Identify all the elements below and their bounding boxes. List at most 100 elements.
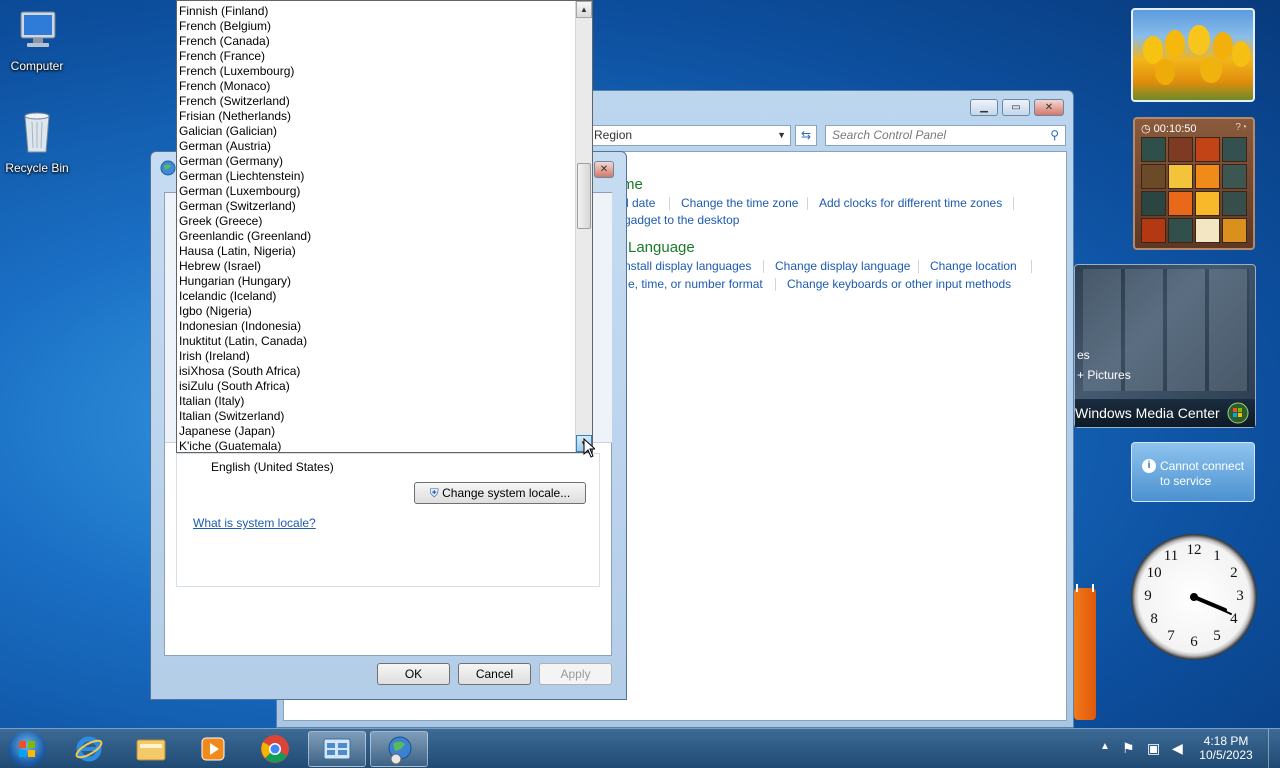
datetime-link-2[interactable]: Add clocks for different time zones: [819, 196, 1002, 210]
clock-gadget[interactable]: 12 1 2 3 4 5 6 7 8 9 10 11: [1131, 534, 1257, 660]
dropdown-scrollbar[interactable]: ▲ ▼: [575, 1, 592, 452]
puzzle-tile[interactable]: [1195, 191, 1220, 216]
locale-list-item[interactable]: German (Switzerland): [179, 199, 296, 214]
puzzle-tile[interactable]: [1195, 137, 1220, 162]
media-center-gadget[interactable]: es + Pictures Windows Media Center: [1074, 264, 1256, 428]
change-system-locale-button[interactable]: ⛨ Change system locale...: [414, 482, 586, 504]
locale-list-item[interactable]: isiXhosa (South Africa): [179, 364, 300, 379]
calendar-gadget-edge[interactable]: [1074, 584, 1096, 720]
scroll-up-button[interactable]: ▲: [576, 1, 592, 18]
puzzle-tile[interactable]: [1168, 191, 1193, 216]
refresh-button[interactable]: ⇆: [795, 125, 817, 146]
link-separator: [807, 197, 808, 210]
taskbar-internet-explorer[interactable]: [60, 731, 118, 767]
locale-list-item[interactable]: Hebrew (Israel): [179, 259, 261, 274]
datetime-link-gadget[interactable]: gadget to the desktop: [624, 213, 739, 227]
maximize-button[interactable]: ▭: [1002, 99, 1030, 116]
puzzle-tile[interactable]: [1222, 137, 1247, 162]
slideshow-gadget[interactable]: [1131, 8, 1255, 102]
volume-muted-icon[interactable]: ◀: [1172, 740, 1183, 757]
locale-list-item[interactable]: German (Germany): [179, 154, 283, 169]
network-icon[interactable]: ▣: [1147, 740, 1160, 757]
locale-list-item[interactable]: Finnish (Finland): [179, 4, 268, 19]
locale-list-item[interactable]: Greek (Greece): [179, 214, 262, 229]
taskbar-control-panel[interactable]: [308, 731, 366, 767]
locale-list-item[interactable]: French (Luxembourg): [179, 64, 294, 79]
locale-list-item[interactable]: Frisian (Netherlands): [179, 109, 291, 124]
locale-dropdown-list[interactable]: Finnish (Finland) French (Belgium) French …: [176, 0, 593, 453]
taskbar-media-player[interactable]: [184, 731, 242, 767]
scroll-thumb[interactable]: [577, 163, 591, 229]
cancel-button[interactable]: Cancel: [458, 663, 531, 685]
language-section-title[interactable]: Language: [628, 239, 695, 256]
locale-list-item[interactable]: French (Canada): [179, 34, 270, 49]
taskbar-region-settings[interactable]: [370, 731, 428, 767]
what-is-system-locale-link[interactable]: What is system locale?: [193, 516, 316, 530]
action-center-icon[interactable]: ⚑: [1122, 740, 1135, 757]
puzzle-controls-icon[interactable]: ?◔: [1235, 122, 1247, 133]
locale-list-item[interactable]: Italian (Switzerland): [179, 409, 284, 424]
desktop-icon-computer[interactable]: Computer: [0, 8, 74, 73]
close-button[interactable]: ✕: [1034, 99, 1064, 116]
puzzle-tile[interactable]: [1141, 218, 1166, 243]
search-input[interactable]: Search Control Panel ⚲: [825, 125, 1066, 146]
locale-list-item[interactable]: Greenlandic (Greenland): [179, 229, 311, 244]
language-link-1[interactable]: Change display language: [775, 259, 910, 273]
puzzle-tile[interactable]: [1141, 164, 1166, 189]
locale-list-item[interactable]: isiZulu (South Africa): [179, 379, 290, 394]
locale-list-item[interactable]: Igbo (Nigeria): [179, 304, 252, 319]
datetime-link-0[interactable]: d date: [622, 196, 655, 210]
picture-puzzle-gadget[interactable]: ◷ 00:10:50 ?◔: [1133, 117, 1255, 250]
puzzle-tile[interactable]: [1141, 191, 1166, 216]
ok-button[interactable]: OK: [377, 663, 450, 685]
locale-list-item[interactable]: Galician (Galician): [179, 124, 277, 139]
start-button[interactable]: [8, 731, 46, 767]
language-link-3[interactable]: e, time, or number format: [628, 277, 763, 291]
taskbar-windows-explorer[interactable]: [122, 731, 180, 767]
locale-list-item[interactable]: Japanese (Japan): [179, 424, 275, 439]
locale-list-item[interactable]: German (Austria): [179, 139, 271, 154]
show-desktop-button[interactable]: [1268, 729, 1280, 768]
media-center-pictures[interactable]: + Pictures: [1077, 368, 1131, 382]
puzzle-tile[interactable]: [1222, 218, 1247, 243]
desktop-icon-recycle-bin[interactable]: Recycle Bin: [0, 110, 74, 175]
puzzle-tile[interactable]: [1168, 164, 1193, 189]
locale-list-item[interactable]: Hungarian (Hungary): [179, 274, 291, 289]
puzzle-tile[interactable]: [1141, 137, 1166, 162]
search-placeholder: Search Control Panel: [832, 128, 947, 142]
puzzle-tile[interactable]: [1222, 164, 1247, 189]
calendar-rings: [1076, 584, 1094, 592]
locale-list-item[interactable]: French (Belgium): [179, 19, 271, 34]
locale-list-item[interactable]: K'iche (Guatemala): [179, 439, 281, 452]
locale-list-item[interactable]: French (Monaco): [179, 79, 270, 94]
puzzle-tile[interactable]: [1195, 218, 1220, 243]
language-link-4[interactable]: Change keyboards or other input methods: [787, 277, 1011, 291]
locale-list-item[interactable]: French (France): [179, 49, 265, 64]
taskbar-chrome[interactable]: [246, 731, 304, 767]
puzzle-tile[interactable]: [1195, 164, 1220, 189]
puzzle-grid[interactable]: [1141, 137, 1247, 243]
puzzle-tile[interactable]: [1168, 218, 1193, 243]
show-hidden-icons-button[interactable]: ▲: [1100, 741, 1110, 752]
locale-list-item[interactable]: German (Luxembourg): [179, 184, 300, 199]
tray-clock[interactable]: 4:18 PM 10/5/2023: [1196, 734, 1256, 762]
locale-list-item[interactable]: Irish (Ireland): [179, 349, 250, 364]
language-link-2[interactable]: Change location: [930, 259, 1017, 273]
locale-list-item[interactable]: Icelandic (Iceland): [179, 289, 276, 304]
puzzle-tile[interactable]: [1222, 191, 1247, 216]
minimize-button[interactable]: ▁: [970, 99, 998, 116]
locale-list-item[interactable]: French (Switzerland): [179, 94, 290, 109]
weather-gadget[interactable]: i Cannot connect to service: [1131, 442, 1255, 502]
apply-button[interactable]: Apply: [539, 663, 612, 685]
dialog-close-button[interactable]: ✕: [594, 161, 614, 178]
chevron-down-icon[interactable]: ▼: [777, 126, 786, 145]
datetime-link-1[interactable]: Change the time zone: [681, 196, 798, 210]
puzzle-tile[interactable]: [1168, 137, 1193, 162]
locale-list-item[interactable]: Italian (Italy): [179, 394, 244, 409]
language-link-0[interactable]: nstall display languages: [624, 259, 751, 273]
address-bar[interactable]: d Region ▼: [577, 125, 791, 146]
locale-list-item[interactable]: Hausa (Latin, Nigeria): [179, 244, 296, 259]
locale-list-item[interactable]: Indonesian (Indonesia): [179, 319, 301, 334]
locale-list-item[interactable]: German (Liechtenstein): [179, 169, 304, 184]
locale-list-item[interactable]: Inuktitut (Latin, Canada): [179, 334, 307, 349]
